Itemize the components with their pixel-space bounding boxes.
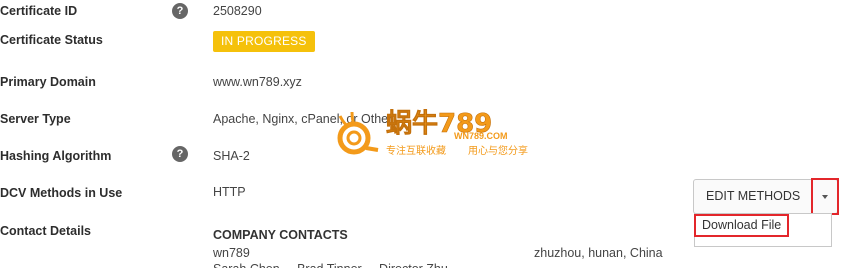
company-contact-location: zhuzhou, hunan, China — [534, 246, 663, 260]
primary-domain-value: www.wn789.xyz — [213, 75, 302, 89]
watermark-slogan-left: 专注互联收藏 — [386, 144, 446, 157]
company-contact-name: wn789 — [213, 246, 250, 260]
download-file-menu-item[interactable]: Download File — [693, 214, 790, 237]
status-badge: IN PROGRESS — [213, 31, 315, 52]
server-type-label: Server Type — [0, 112, 71, 126]
dcv-methods-value: HTTP — [213, 185, 246, 199]
certificate-id-label: Certificate ID — [0, 4, 78, 18]
snail-icon — [337, 111, 379, 155]
edit-methods-dropdown-menu: Download File — [693, 213, 832, 247]
edit-methods-button[interactable]: EDIT METHODS — [694, 180, 814, 213]
certificate-status-label: Certificate Status — [0, 33, 103, 47]
caret-down-icon — [822, 194, 829, 199]
dropdown-toggle-button[interactable] — [811, 178, 840, 215]
certificate-id-value: 2508290 — [213, 4, 262, 18]
hashing-algorithm-value: SHA-2 — [213, 149, 250, 163]
watermark-logo: 蜗牛789 WN789.COM 专注互联收藏 用心与您分享 — [337, 109, 528, 157]
company-contact-detail-line: Sarah Chen ... Brad Tinner ... Director … — [213, 262, 458, 268]
primary-domain-label: Primary Domain — [0, 75, 96, 89]
help-icon[interactable]: ? — [172, 3, 188, 19]
watermark-domain-text: WN789.COM — [454, 131, 508, 141]
company-contacts-heading: COMPANY CONTACTS — [213, 228, 348, 242]
contact-details-label: Contact Details — [0, 224, 91, 238]
watermark-slogan-right: 用心与您分享 — [468, 144, 528, 157]
hashing-algorithm-label: Hashing Algorithm — [0, 149, 112, 163]
help-icon[interactable]: ? — [172, 146, 188, 162]
edit-methods-button-group: EDIT METHODS — [693, 178, 840, 215]
certificate-details-panel: Certificate ID ? 2508290 Certificate Sta… — [0, 0, 849, 268]
dcv-methods-label: DCV Methods in Use — [0, 186, 123, 200]
